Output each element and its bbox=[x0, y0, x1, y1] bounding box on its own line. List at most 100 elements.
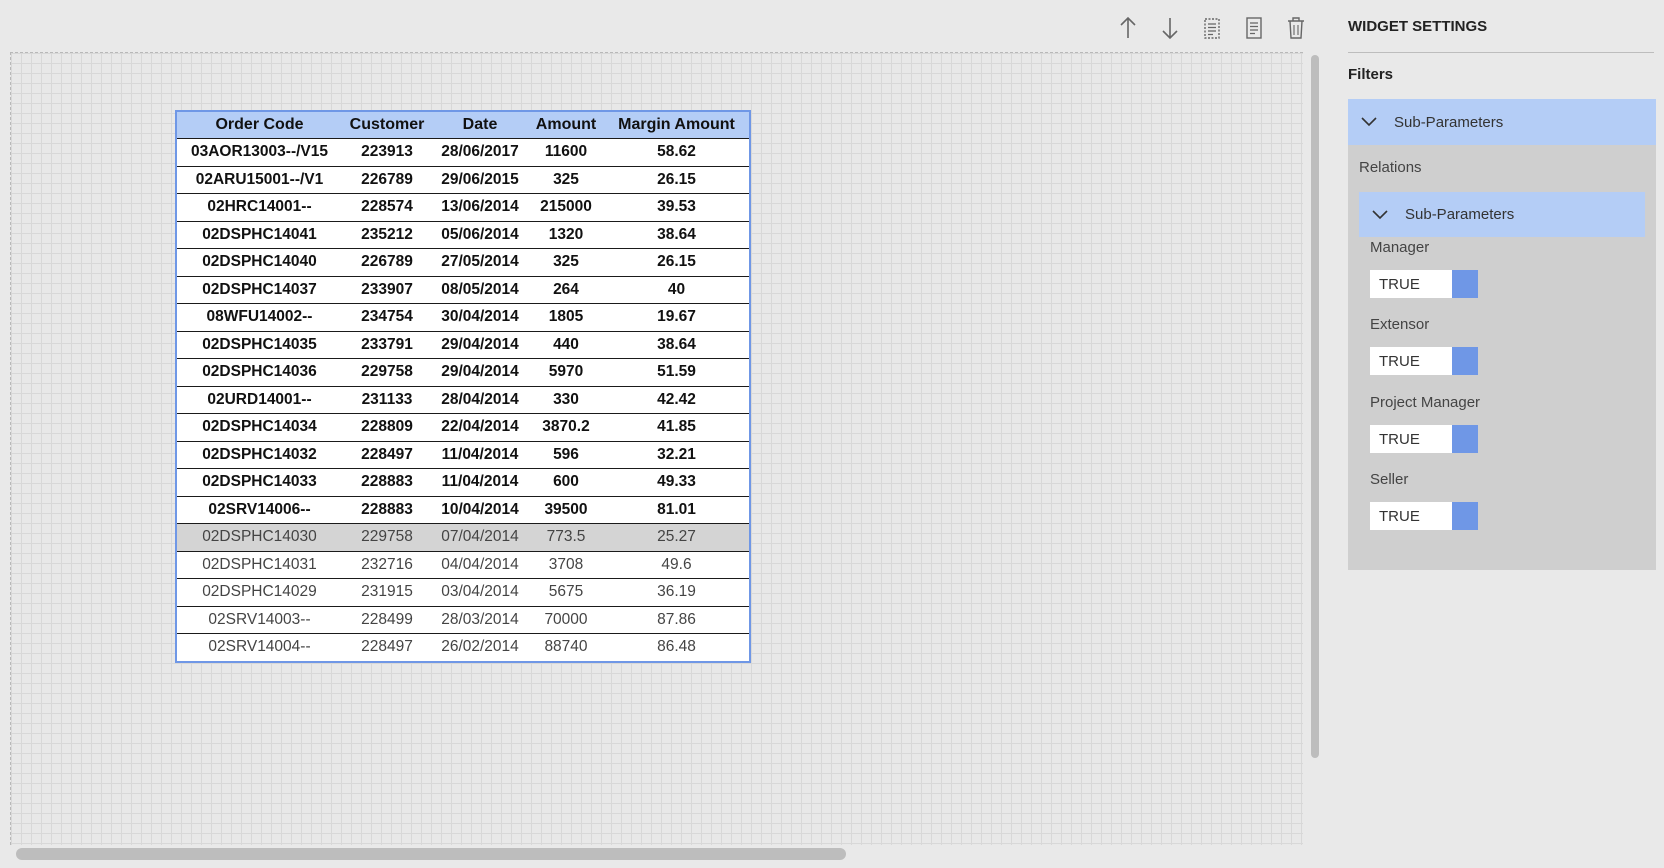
table-cell: 19.67 bbox=[604, 303, 749, 332]
table-cell: 05/06/2014 bbox=[432, 221, 528, 249]
table-cell: 215000 bbox=[528, 193, 604, 222]
table-row[interactable]: 03AOR13003--/V15 223913 28/06/2017 11600 58.… bbox=[177, 138, 749, 167]
table-row[interactable]: 08WFU14002-- 234754 30/04/2014 1805 19.67 bbox=[177, 303, 749, 332]
manager-toggle[interactable]: TRUE bbox=[1370, 270, 1478, 298]
table-row[interactable]: 02DSPHC14036 229758 29/04/2014 5970 51.59 bbox=[177, 358, 749, 387]
table-cell: 330 bbox=[528, 386, 604, 414]
table-row[interactable]: 02ARU15001--/V1 226789 29/06/2015 325 26.15 bbox=[177, 166, 749, 194]
table-cell: 02DSPHC14035 bbox=[177, 331, 342, 359]
relations-sub-parameters-accordion[interactable]: Sub-Parameters bbox=[1359, 192, 1645, 237]
table-cell: 02DSPHC14041 bbox=[177, 221, 342, 249]
toggle-knob[interactable] bbox=[1452, 425, 1478, 453]
toggle-knob[interactable] bbox=[1452, 502, 1478, 530]
table-row[interactable]: 02DSPHC14041 235212 05/06/2014 1320 38.64 bbox=[177, 221, 749, 249]
table-row[interactable]: 02URD14001-- 231133 28/04/2014 330 42.42 bbox=[177, 386, 749, 414]
toggle-knob[interactable] bbox=[1452, 347, 1478, 375]
toggle-knob[interactable] bbox=[1452, 270, 1478, 298]
column-header[interactable]: Order Code bbox=[177, 112, 342, 139]
table-row[interactable]: 02DSPHC14035 233791 29/04/2014 440 38.64 bbox=[177, 331, 749, 359]
table-cell: 39.53 bbox=[604, 193, 749, 222]
chevron-down-icon bbox=[1361, 117, 1377, 127]
table-cell: 773.5 bbox=[528, 523, 604, 552]
table-cell: 228499 bbox=[342, 606, 432, 634]
design-canvas[interactable]: Order Code Customer Date Amount Margin A… bbox=[10, 52, 1303, 845]
table-widget[interactable]: Order Code Customer Date Amount Margin A… bbox=[175, 110, 751, 663]
table-cell: 51.59 bbox=[604, 358, 749, 387]
table-cell: 226789 bbox=[342, 248, 432, 277]
filters-label: Filters bbox=[1348, 66, 1394, 83]
horizontal-scrollbar[interactable] bbox=[16, 848, 846, 860]
table-cell: 02URD14001-- bbox=[177, 386, 342, 414]
table-cell: 22/04/2014 bbox=[432, 413, 528, 442]
column-header[interactable]: Amount bbox=[528, 112, 604, 139]
arrow-up-icon bbox=[1120, 16, 1136, 38]
delete-button[interactable] bbox=[1284, 14, 1308, 42]
table-cell: 29/04/2014 bbox=[432, 358, 528, 387]
table-row[interactable]: 02DSPHC14030 229758 07/04/2014 773.5 25.27 bbox=[177, 523, 749, 552]
table-cell: 27/05/2014 bbox=[432, 248, 528, 277]
table-cell: 3870.2 bbox=[528, 413, 604, 442]
table-cell: 264 bbox=[528, 276, 604, 304]
table-cell: 26/02/2014 bbox=[432, 633, 528, 661]
table-cell: 03/04/2014 bbox=[432, 578, 528, 607]
table-row[interactable]: 02DSPHC14034 228809 22/04/2014 3870.2 41.85 bbox=[177, 413, 749, 442]
table-cell: 02SRV14004-- bbox=[177, 633, 342, 661]
table-cell: 11/04/2014 bbox=[432, 441, 528, 469]
table-row[interactable]: 02DSPHC14031 232716 04/04/2014 3708 49.6 bbox=[177, 551, 749, 579]
table-cell: 02DSPHC14037 bbox=[177, 276, 342, 304]
table-cell: 58.62 bbox=[604, 138, 749, 167]
duplicate-icon bbox=[1204, 18, 1220, 39]
table-cell: 228497 bbox=[342, 633, 432, 661]
move-down-button[interactable] bbox=[1158, 14, 1182, 42]
table-cell: 26.15 bbox=[604, 166, 749, 194]
table-row[interactable]: 02DSPHC14037 233907 08/05/2014 264 40 bbox=[177, 276, 749, 304]
table-body: 03AOR13003--/V15 223913 28/06/2017 11600 58.… bbox=[177, 138, 749, 661]
table-cell: 86.48 bbox=[604, 633, 749, 661]
table-cell: 02SRV14006-- bbox=[177, 496, 342, 524]
table-cell: 29/04/2014 bbox=[432, 331, 528, 359]
table-cell: 235212 bbox=[342, 221, 432, 249]
table-row[interactable]: 02DSPHC14033 228883 11/04/2014 600 49.33 bbox=[177, 468, 749, 497]
table-cell: 32.21 bbox=[604, 441, 749, 469]
table-cell: 29/06/2015 bbox=[432, 166, 528, 194]
table-row[interactable]: 02SRV14006-- 228883 10/04/2014 39500 81.01 bbox=[177, 496, 749, 524]
properties-button[interactable] bbox=[1242, 14, 1266, 42]
table-row[interactable]: 02DSPHC14040 226789 27/05/2014 325 26.15 bbox=[177, 248, 749, 277]
table-cell: 11/04/2014 bbox=[432, 468, 528, 497]
table-cell: 325 bbox=[528, 248, 604, 277]
column-header[interactable]: Date bbox=[432, 112, 528, 139]
table-cell: 42.42 bbox=[604, 386, 749, 414]
seller-toggle[interactable]: TRUE bbox=[1370, 502, 1478, 530]
table-cell: 02DSPHC14030 bbox=[177, 523, 342, 552]
column-header[interactable]: Margin Amount bbox=[604, 112, 749, 139]
duplicate-button[interactable] bbox=[1200, 14, 1224, 42]
extensor-toggle[interactable]: TRUE bbox=[1370, 347, 1478, 375]
table-cell: 231133 bbox=[342, 386, 432, 414]
accordion-label: Sub-Parameters bbox=[1405, 206, 1515, 223]
vertical-scrollbar[interactable] bbox=[1311, 55, 1319, 758]
table-row[interactable]: 02SRV14003-- 228499 28/03/2014 70000 87.86 bbox=[177, 606, 749, 634]
project-manager-toggle[interactable]: TRUE bbox=[1370, 425, 1478, 453]
sub-parameters-accordion[interactable]: Sub-Parameters bbox=[1348, 99, 1656, 145]
table-row[interactable]: 02DSPHC14032 228497 11/04/2014 596 32.21 bbox=[177, 441, 749, 469]
table-cell: 233791 bbox=[342, 331, 432, 359]
table-cell: 26.15 bbox=[604, 248, 749, 277]
table-cell: 02DSPHC14031 bbox=[177, 551, 342, 579]
table-row[interactable]: 02HRC14001-- 228574 13/06/2014 215000 39.53 bbox=[177, 193, 749, 222]
table-cell: 28/06/2017 bbox=[432, 138, 528, 167]
table-row[interactable]: 02SRV14004-- 228497 26/02/2014 88740 86.48 bbox=[177, 633, 749, 661]
app-root: Order Code Customer Date Amount Margin A… bbox=[0, 0, 1664, 868]
divider bbox=[1348, 52, 1654, 53]
table-cell: 36.19 bbox=[604, 578, 749, 607]
table-cell: 87.86 bbox=[604, 606, 749, 634]
table-cell: 70000 bbox=[528, 606, 604, 634]
column-header[interactable]: Customer bbox=[342, 112, 432, 139]
table-cell: 02DSPHC14040 bbox=[177, 248, 342, 277]
table-row[interactable]: 02DSPHC14029 231915 03/04/2014 5675 36.19 bbox=[177, 578, 749, 607]
move-up-button[interactable] bbox=[1116, 14, 1140, 42]
table-cell: 3708 bbox=[528, 551, 604, 579]
toggle-value: TRUE bbox=[1370, 502, 1452, 530]
table-cell: 596 bbox=[528, 441, 604, 469]
table-cell: 440 bbox=[528, 331, 604, 359]
table-header-row: Order Code Customer Date Amount Margin A… bbox=[177, 112, 749, 139]
